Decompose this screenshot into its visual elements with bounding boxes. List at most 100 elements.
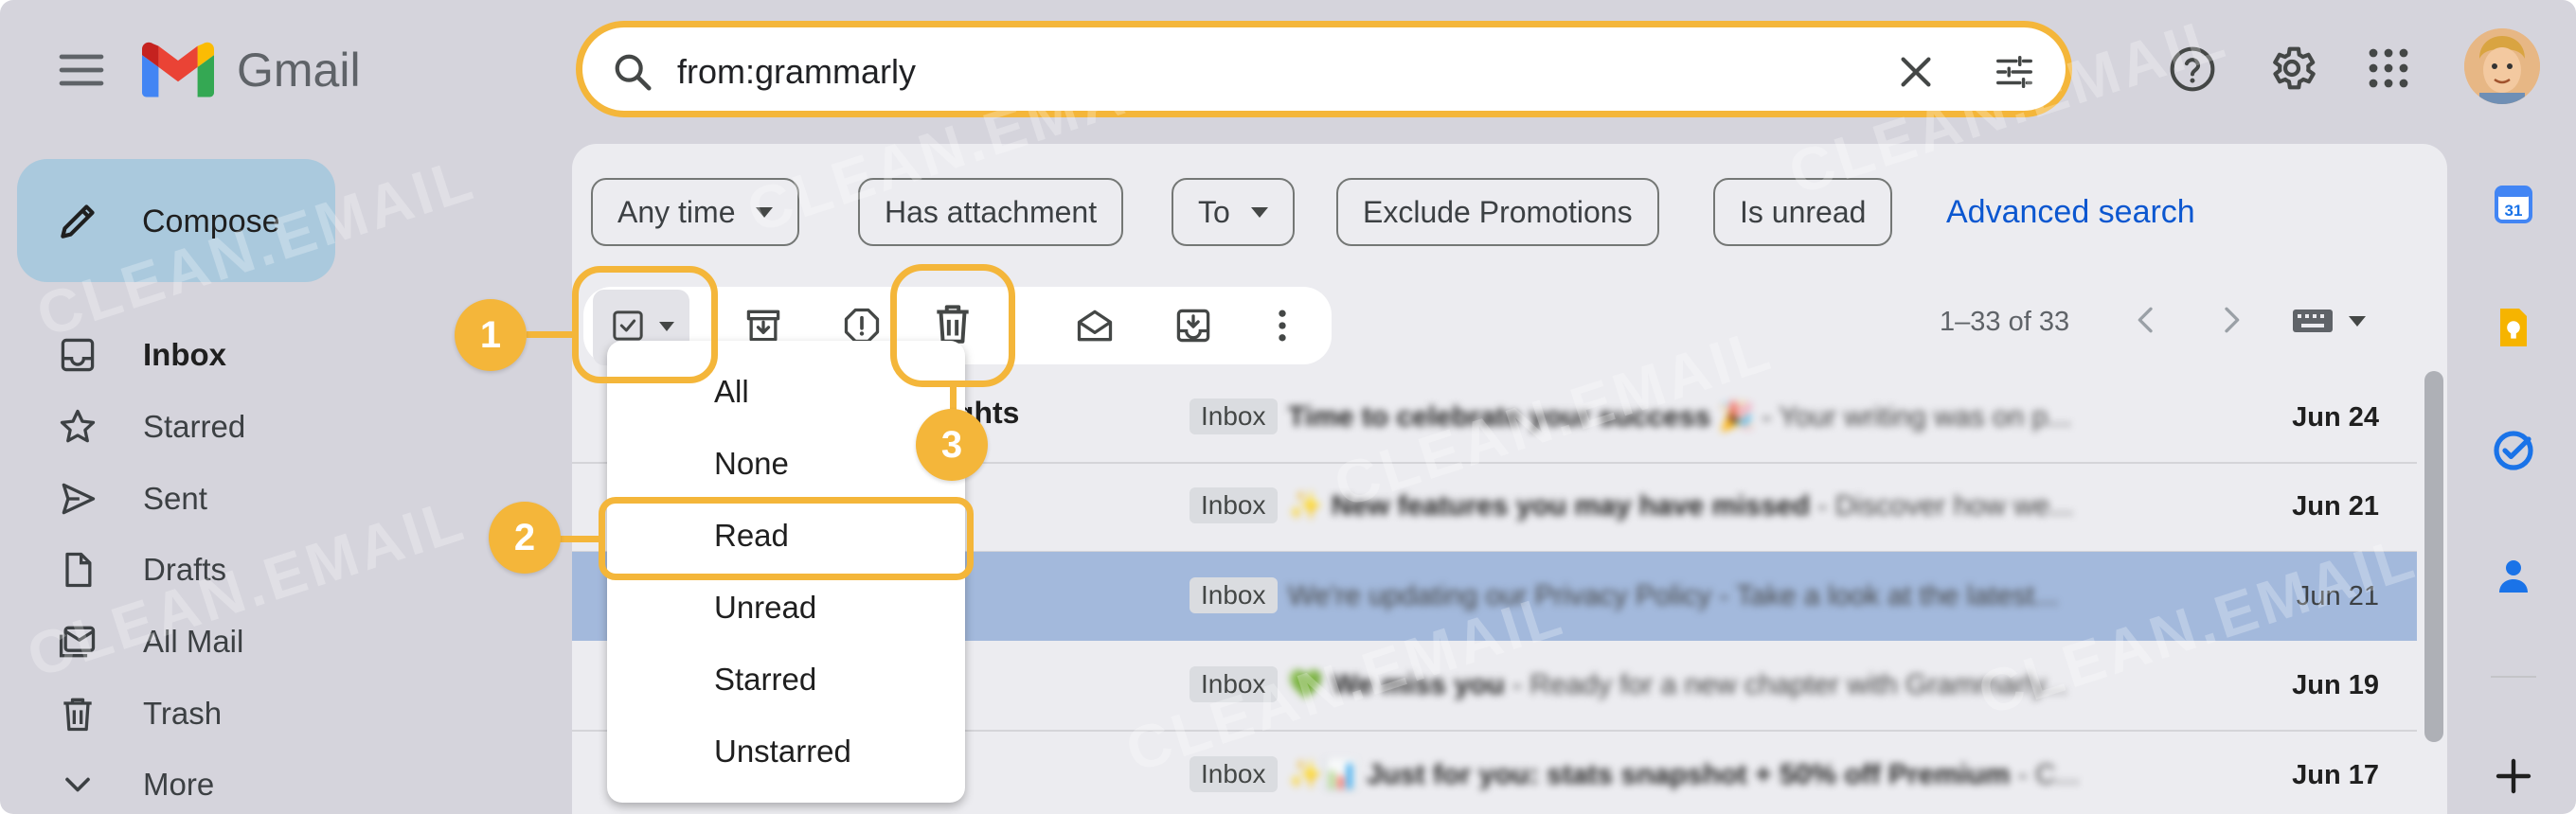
inbox-icon bbox=[57, 334, 98, 376]
sidebar-item-drafts[interactable]: Drafts bbox=[57, 541, 341, 598]
callout-connector bbox=[559, 536, 600, 542]
draft-icon bbox=[57, 549, 98, 591]
email-date: Jun 19 bbox=[2292, 670, 2379, 700]
caret-down-icon bbox=[756, 206, 774, 218]
filter-chip-is-unread[interactable]: Is unread bbox=[1713, 178, 1893, 246]
sidebar-item-label: All Mail bbox=[143, 624, 244, 659]
chip-label: Exclude Promotions bbox=[1363, 194, 1633, 229]
pencil-icon bbox=[55, 197, 102, 244]
sidebar-item-more[interactable]: More bbox=[57, 756, 341, 813]
menu-item-label: None bbox=[714, 446, 789, 481]
sidebar-item-label: Trash bbox=[143, 696, 223, 731]
inbox-label-badge: Inbox bbox=[1190, 398, 1278, 434]
callout-highlight-read bbox=[599, 497, 974, 580]
email-subject-snippet: Time to celebrate your success 🎉 - Your … bbox=[1288, 394, 2169, 441]
send-icon bbox=[57, 478, 98, 520]
email-subject-snippet: ✨📊 Just for you: stats snapshot + 50% of… bbox=[1288, 752, 2169, 799]
main-menu-icon[interactable] bbox=[55, 44, 108, 97]
caret-down-icon bbox=[1250, 206, 1268, 218]
select-menu-item-starred[interactable]: Starred bbox=[607, 644, 965, 716]
inbox-label-badge: Inbox bbox=[1190, 577, 1278, 613]
step-badge-1: 1 bbox=[455, 299, 527, 371]
email-subject-snippet: 💚 We miss you - Ready for a new chapter … bbox=[1288, 662, 2169, 709]
chevron-down-icon bbox=[57, 764, 98, 805]
email-date: Jun 17 bbox=[2292, 760, 2379, 790]
email-date: Jun 21 bbox=[2296, 581, 2379, 611]
google-contacts-icon[interactable] bbox=[2491, 553, 2536, 598]
move-to-icon[interactable] bbox=[1172, 305, 1214, 346]
svg-text:31: 31 bbox=[2505, 202, 2523, 220]
mark-as-read-icon[interactable] bbox=[1074, 305, 1116, 346]
sidebar-item-label: Starred bbox=[143, 409, 246, 444]
account-avatar[interactable] bbox=[2464, 28, 2540, 104]
inbox-label-badge: Inbox bbox=[1190, 756, 1278, 792]
inbox-label-badge: Inbox bbox=[1190, 487, 1278, 523]
filter-chip-to[interactable]: To bbox=[1172, 178, 1295, 246]
google-apps-icon[interactable] bbox=[2366, 45, 2411, 91]
sidebar-item-starred[interactable]: Starred bbox=[57, 398, 341, 455]
sidebar-item-all-mail[interactable]: All Mail bbox=[57, 613, 341, 670]
settings-gear-icon[interactable] bbox=[2265, 42, 2318, 95]
callout-highlight-delete bbox=[890, 264, 1015, 387]
input-tools-keyboard-icon[interactable] bbox=[2292, 309, 2334, 333]
clear-search-icon[interactable] bbox=[1894, 50, 1938, 94]
compose-label: Compose bbox=[142, 204, 280, 239]
search-input[interactable] bbox=[677, 44, 1814, 99]
gmail-window: Gmail from:grammarly Compose Inbox Starr… bbox=[0, 0, 2576, 814]
help-icon[interactable] bbox=[2167, 44, 2218, 95]
sidebar-item-label: Sent bbox=[143, 481, 207, 516]
more-options-icon[interactable] bbox=[1261, 305, 1303, 346]
get-addons-plus-icon[interactable] bbox=[2491, 753, 2536, 799]
chip-label: Is unread bbox=[1740, 194, 1867, 229]
email-snippet: - Discover how we... bbox=[1809, 490, 2074, 522]
email-snippet: - Your writing was on p... bbox=[1754, 401, 2072, 433]
rail-divider bbox=[2491, 676, 2536, 678]
filter-chip-exclude-promotions[interactable]: Exclude Promotions bbox=[1336, 178, 1659, 246]
email-subject: ✨📊 Just for you: stats snapshot + 50% of… bbox=[1288, 759, 2011, 790]
step-badge-3: 3 bbox=[916, 409, 988, 481]
star-icon bbox=[57, 406, 98, 448]
chip-label: Any time bbox=[617, 194, 736, 229]
email-subject: We're updating our Privacy Policy bbox=[1288, 580, 1712, 611]
sidebar-item-inbox[interactable]: Inbox bbox=[57, 327, 341, 383]
email-snippet: - C... bbox=[2010, 759, 2080, 790]
select-menu-item-unstarred[interactable]: Unstarred bbox=[607, 716, 965, 787]
newer-page-chevron-left-icon[interactable] bbox=[2127, 301, 2165, 339]
trash-icon bbox=[57, 693, 98, 734]
email-subject: 💚 We miss you bbox=[1288, 669, 1505, 700]
older-page-chevron-right-icon[interactable] bbox=[2212, 301, 2250, 339]
sidebar-item-label: More bbox=[143, 767, 215, 802]
pagination-count: 1–33 of 33 bbox=[1940, 307, 2070, 337]
filter-chip-any-time[interactable]: Any time bbox=[591, 178, 800, 246]
sidebar-item-sent[interactable]: Sent bbox=[57, 470, 341, 527]
google-keep-icon[interactable] bbox=[2491, 305, 2536, 350]
filter-chip-has-attachment[interactable]: Has attachment bbox=[858, 178, 1124, 246]
select-menu-item-none[interactable]: None bbox=[607, 428, 965, 500]
compose-button[interactable]: Compose bbox=[17, 159, 335, 282]
google-tasks-icon[interactable] bbox=[2491, 428, 2536, 473]
email-date: Jun 21 bbox=[2292, 491, 2379, 522]
step-badge-2: 2 bbox=[489, 502, 561, 574]
email-snippet: - Ready for a new chapter with Grammarly… bbox=[1504, 669, 2068, 700]
email-snippet: - Take a look at the latest... bbox=[1711, 580, 2059, 611]
search-icon[interactable] bbox=[611, 50, 654, 94]
search-bar[interactable] bbox=[576, 21, 2072, 117]
scrollbar-thumb[interactable] bbox=[2424, 371, 2443, 742]
select-menu-item-unread[interactable]: Unread bbox=[607, 572, 965, 644]
all-mail-icon bbox=[57, 621, 98, 663]
callout-highlight-select bbox=[572, 266, 718, 383]
gmail-logo-icon[interactable] bbox=[142, 38, 214, 102]
sidebar-item-trash[interactable]: Trash bbox=[57, 685, 341, 742]
caret-down-icon[interactable] bbox=[2349, 316, 2366, 327]
advanced-search-link[interactable]: Advanced search bbox=[1946, 191, 2195, 233]
sidebar-item-label: Drafts bbox=[143, 552, 227, 587]
chip-label: Has attachment bbox=[885, 194, 1098, 229]
inbox-label-badge: Inbox bbox=[1190, 666, 1278, 702]
chip-label: To bbox=[1198, 194, 1230, 229]
menu-item-label: Starred bbox=[714, 662, 817, 697]
email-subject: ✨ New features you may have missed bbox=[1288, 490, 1810, 522]
menu-item-label: Unread bbox=[714, 590, 817, 625]
google-calendar-icon[interactable]: 31 bbox=[2491, 182, 2536, 227]
search-options-icon[interactable] bbox=[1992, 50, 2037, 94]
callout-connector bbox=[527, 331, 574, 338]
